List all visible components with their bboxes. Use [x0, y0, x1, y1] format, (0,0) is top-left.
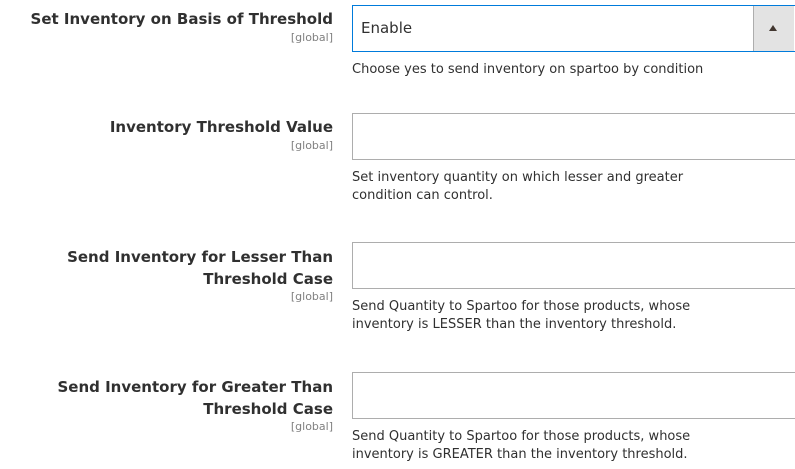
- field-label-line2: Threshold Case: [203, 400, 333, 418]
- field-label-line1: Send Inventory for Greater Than: [57, 378, 333, 396]
- field-label-line2: Threshold Case: [203, 270, 333, 288]
- field-label: Set Inventory on Basis of Threshold: [30, 10, 333, 28]
- threshold-enable-select[interactable]: Enable: [352, 5, 795, 52]
- field-note: Send Quantity to Spartoo for those produ…: [352, 299, 691, 332]
- scope-label: [global]: [290, 139, 333, 152]
- field-note: Send Quantity to Spartoo for those produ…: [352, 429, 691, 462]
- greater-threshold-label-group: Send Inventory for Greater Than Threshol…: [0, 376, 333, 434]
- scope-label: [global]: [290, 290, 333, 303]
- threshold-value-control: Set inventory quantity on which lesser a…: [352, 113, 795, 205]
- lesser-threshold-control: Send Quantity to Spartoo for those produ…: [352, 242, 795, 334]
- triangle-up-icon: [769, 25, 777, 31]
- field-label-line1: Send Inventory for Lesser Than: [67, 248, 333, 266]
- field-note: Set inventory quantity on which lesser a…: [352, 170, 684, 203]
- threshold-value-input[interactable]: [352, 113, 795, 160]
- field-label: Inventory Threshold Value: [109, 118, 333, 136]
- scope-label: [global]: [290, 420, 333, 433]
- greater-threshold-input[interactable]: [352, 372, 795, 419]
- lesser-threshold-input[interactable]: [352, 242, 795, 289]
- scope-label: [global]: [290, 31, 333, 44]
- threshold-enable-control: Enable Choose yes to send inventory on s…: [352, 5, 795, 79]
- select-toggle-button[interactable]: [753, 6, 794, 51]
- greater-threshold-control: Send Quantity to Spartoo for those produ…: [352, 372, 795, 464]
- select-value: Enable: [361, 19, 413, 37]
- threshold-value-label-group: Inventory Threshold Value [global]: [0, 117, 333, 153]
- lesser-threshold-label-group: Send Inventory for Lesser Than Threshold…: [0, 246, 333, 304]
- field-note: Choose yes to send inventory on spartoo …: [352, 62, 704, 77]
- threshold-enable-label-group: Set Inventory on Basis of Threshold [glo…: [0, 9, 333, 45]
